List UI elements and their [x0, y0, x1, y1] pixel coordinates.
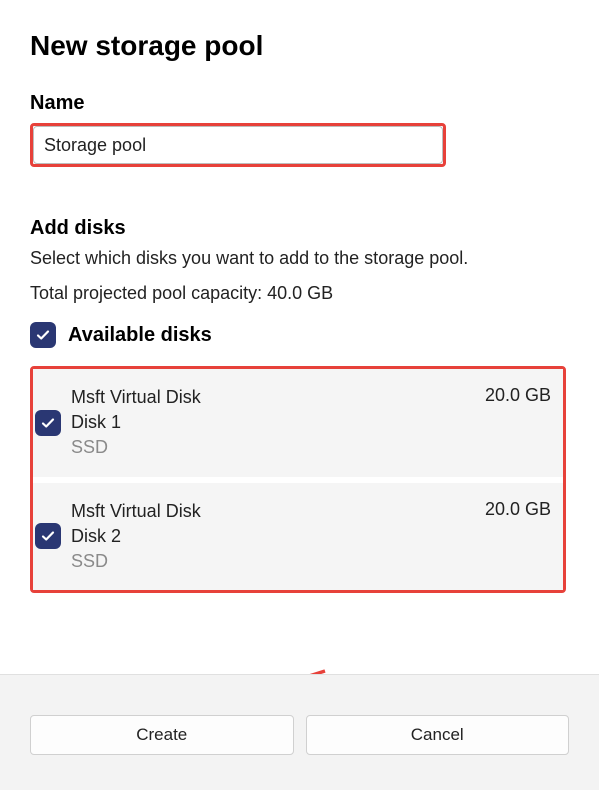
- disk-model: Msft Virtual Disk: [71, 385, 201, 410]
- disks-list-highlight: Msft Virtual Disk Disk 1 SSD 20.0 GB Msf…: [30, 366, 566, 593]
- disk-type: SSD: [71, 435, 201, 460]
- page-title: New storage pool: [30, 30, 569, 62]
- disk-size: 20.0 GB: [485, 499, 551, 520]
- check-icon: [40, 528, 56, 544]
- disk-name: Disk 2: [71, 524, 201, 549]
- disk-type: SSD: [71, 549, 201, 574]
- name-label: Name: [30, 92, 569, 115]
- add-disks-heading: Add disks: [30, 217, 569, 240]
- cancel-button[interactable]: Cancel: [306, 715, 570, 755]
- disk-row[interactable]: Msft Virtual Disk Disk 1 SSD 20.0 GB: [33, 369, 563, 477]
- disk-name: Disk 1: [71, 410, 201, 435]
- disk-row[interactable]: Msft Virtual Disk Disk 2 SSD 20.0 GB: [33, 483, 563, 591]
- add-disks-description: Select which disks you want to add to th…: [30, 248, 569, 269]
- check-icon: [35, 327, 51, 343]
- create-button[interactable]: Create: [30, 715, 294, 755]
- disk-checkbox[interactable]: [35, 523, 61, 549]
- dialog-footer: Create Cancel: [0, 674, 599, 790]
- disk-size: 20.0 GB: [485, 385, 551, 406]
- disk-checkbox[interactable]: [35, 410, 61, 436]
- available-disks-label: Available disks: [68, 324, 212, 347]
- name-input-highlight: [30, 123, 446, 167]
- pool-capacity-text: Total projected pool capacity: 40.0 GB: [30, 283, 569, 304]
- name-input[interactable]: [34, 135, 197, 156]
- check-icon: [40, 415, 56, 431]
- available-disks-checkbox[interactable]: [30, 322, 56, 348]
- disk-model: Msft Virtual Disk: [71, 499, 201, 524]
